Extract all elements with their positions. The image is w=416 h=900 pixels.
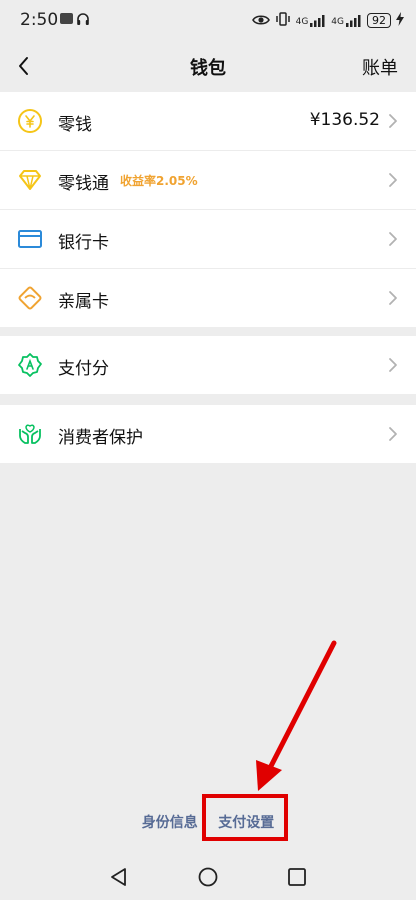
wallet-item-label: 亲属卡 xyxy=(58,292,109,312)
charging-icon xyxy=(396,11,404,30)
consumer-protection-icon xyxy=(17,421,43,447)
system-nav-bar xyxy=(0,856,416,900)
bill-button[interactable]: 账单 xyxy=(362,54,398,80)
coin-icon xyxy=(17,108,43,134)
chevron-right-icon xyxy=(388,172,398,188)
chevron-right-icon xyxy=(388,290,398,306)
battery-indicator: 92 xyxy=(367,12,391,28)
score-item-label: 支付分 xyxy=(58,359,109,379)
home-circle-icon[interactable] xyxy=(197,866,219,892)
wallet-item-bank-card[interactable]: 银行卡 xyxy=(0,210,416,269)
recents-square-icon[interactable] xyxy=(286,866,308,892)
page-title: 钱包 xyxy=(190,58,226,79)
status-time: 2:50 xyxy=(20,10,59,30)
annotation-highlight-box xyxy=(202,794,288,841)
bank-card-icon xyxy=(17,226,43,252)
notification-badge-icon xyxy=(60,13,73,24)
4g-signal-icon: 4G xyxy=(331,14,362,27)
wallet-item-label: 零钱 xyxy=(58,115,92,135)
payment-score-icon xyxy=(17,352,43,378)
balance-value: ¥136.52 xyxy=(309,110,380,130)
yield-rate-tag: 收益率2.05% xyxy=(120,174,198,188)
chevron-right-icon xyxy=(388,426,398,442)
score-group: 支付分 xyxy=(0,336,416,394)
eye-icon xyxy=(251,11,270,30)
protection-group: 消费者保护 xyxy=(0,405,416,463)
protection-item-label: 消费者保护 xyxy=(58,428,143,448)
vibrate-icon xyxy=(275,11,291,30)
4g-signal-icon: 4G xyxy=(296,14,327,27)
chevron-right-icon xyxy=(388,113,398,129)
wallet-item-label: 银行卡 xyxy=(58,233,109,253)
status-bar: 2:50 4G 4G 92 xyxy=(0,0,416,40)
protection-item-consumer[interactable]: 消费者保护 xyxy=(0,405,416,463)
diamond-icon xyxy=(17,167,43,193)
identity-info-link[interactable]: 身份信息 xyxy=(142,812,198,832)
wallet-item-change[interactable]: 零钱 ¥136.52 xyxy=(0,92,416,151)
score-item-payment-score[interactable]: 支付分 xyxy=(0,336,416,394)
chevron-right-icon xyxy=(388,231,398,247)
wallet-group: 零钱 ¥136.52 零钱通 收益率2.05% 银行卡 亲属卡 xyxy=(0,92,416,327)
wallet-item-lingqiantong[interactable]: 零钱通 收益率2.05% xyxy=(0,151,416,210)
chevron-right-icon xyxy=(388,357,398,373)
family-card-icon xyxy=(17,285,43,311)
wallet-item-label: 零钱通 xyxy=(58,174,109,194)
wallet-item-family-card[interactable]: 亲属卡 xyxy=(0,269,416,327)
back-triangle-icon[interactable] xyxy=(108,866,130,892)
nav-bar: 钱包 账单 xyxy=(0,40,416,92)
headphones-icon xyxy=(76,11,90,30)
